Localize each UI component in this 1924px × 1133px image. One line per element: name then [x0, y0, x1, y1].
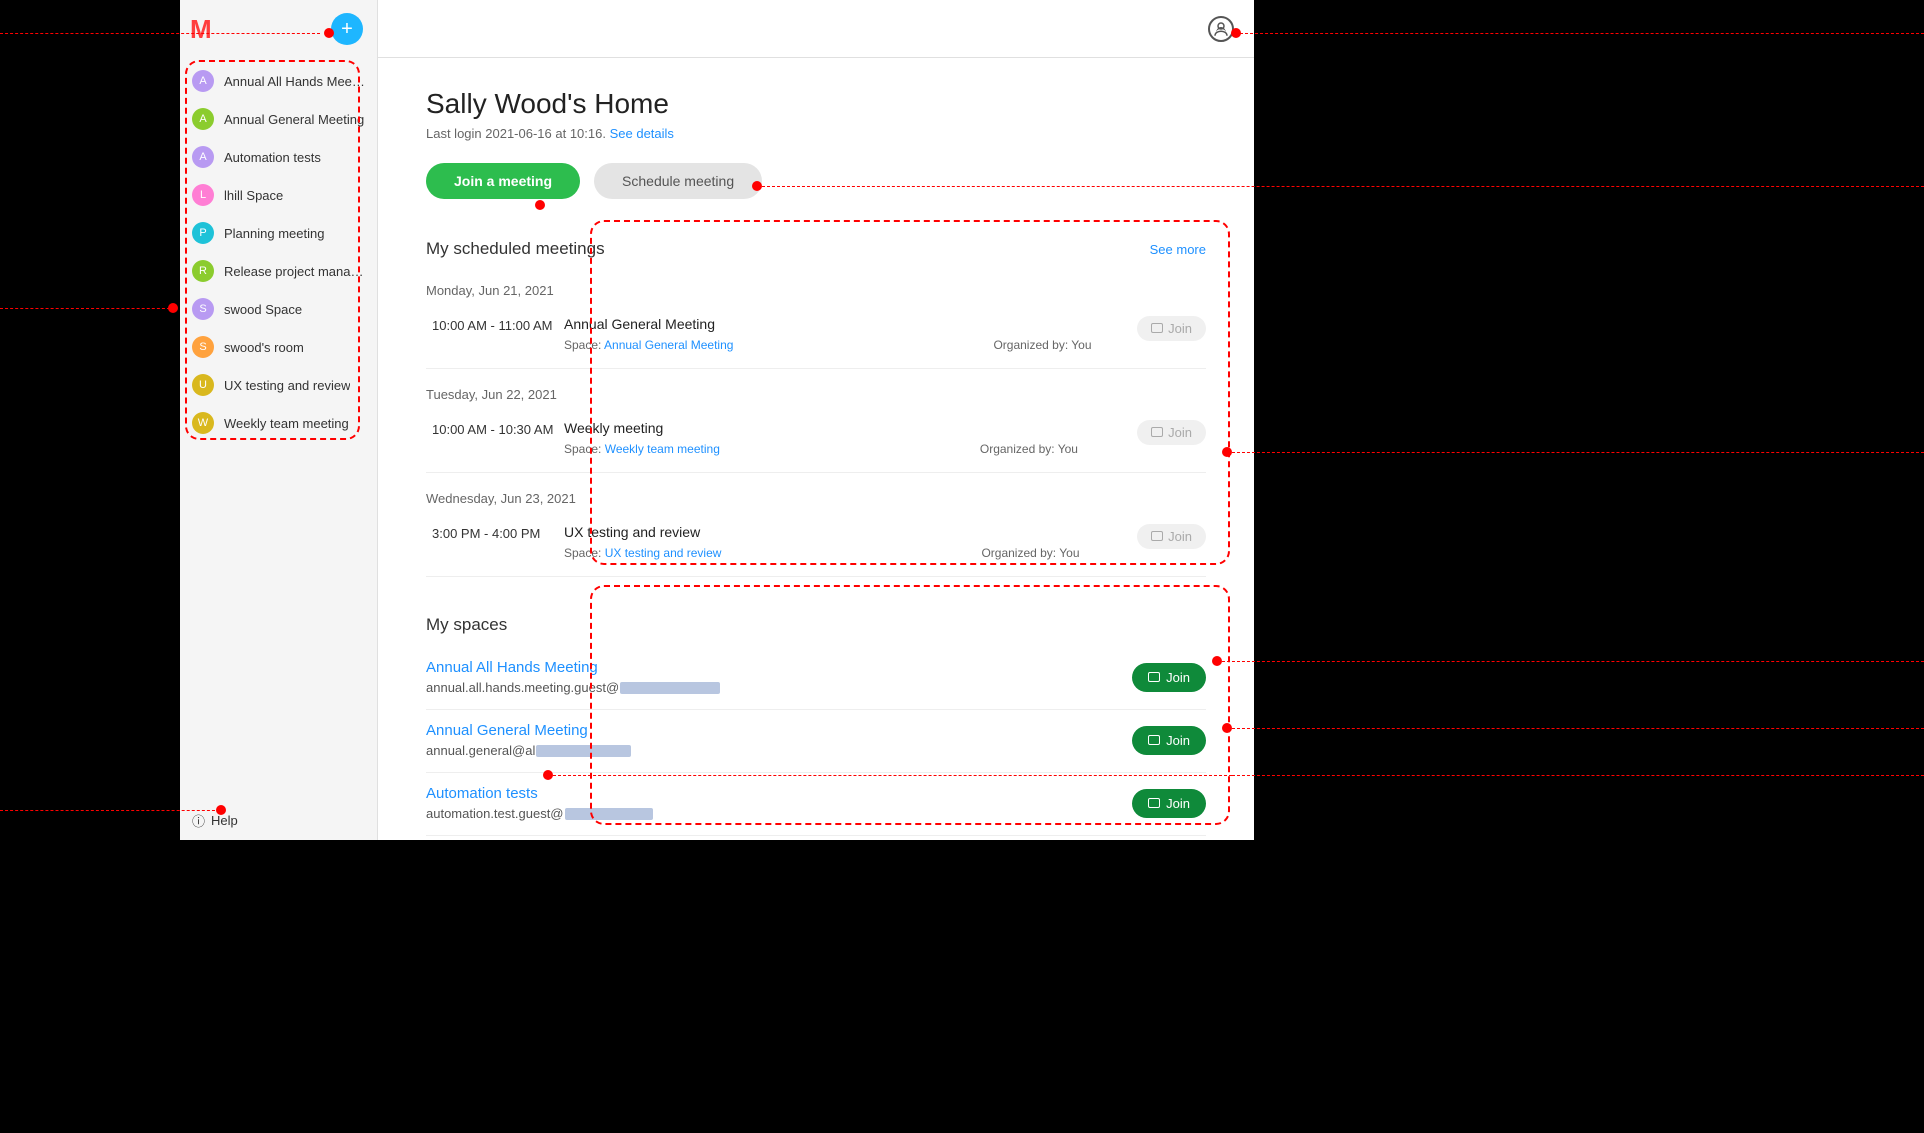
camera-icon [1151, 425, 1163, 440]
join-button-disabled: Join [1137, 524, 1206, 549]
meeting-space: Space: Weekly team meeting [564, 442, 720, 456]
sidebar-item[interactable]: Sswood Space [180, 290, 377, 328]
day-label: Monday, Jun 21, 2021 [426, 271, 1206, 306]
sidebar-item[interactable]: A Automation tests [180, 138, 377, 176]
see-details-link[interactable]: See details [610, 126, 674, 141]
meeting-space: Space: Annual General Meeting [564, 338, 733, 352]
meeting-space-link[interactable]: Annual General Meeting [604, 338, 733, 352]
meeting-title: Weekly meeting [564, 420, 1137, 436]
sidebar-item-label: Planning meeting [224, 226, 324, 241]
help-link[interactable]: ⓘ Help [180, 801, 377, 840]
join-button[interactable]: Join [1132, 663, 1206, 692]
space-avatar: A [192, 108, 214, 130]
space-avatar: P [192, 222, 214, 244]
meeting-time: 3:00 PM - 4:00 PM [432, 524, 564, 541]
meeting-space-link[interactable]: Weekly team meeting [605, 442, 720, 456]
camera-icon [1148, 670, 1160, 685]
sidebar-item[interactable]: A Annual General Meeting [180, 100, 377, 138]
day-label: Wednesday, Jun 23, 2021 [426, 479, 1206, 514]
space-row: Annual General Meeting annual.general@alJ… [426, 710, 1206, 773]
my-spaces-section: My spaces Annual All Hands Meeting annual… [426, 615, 1206, 836]
last-login-text: Last login 2021-06-16 at 10:16. [426, 126, 606, 141]
sidebar-item-label: lhill Space [224, 188, 283, 203]
meeting-time: 10:00 AM - 10:30 AM [432, 420, 564, 437]
sidebar-item-label: Release project manage… [224, 264, 365, 279]
space-avatar: S [192, 298, 214, 320]
add-button[interactable]: + [331, 13, 363, 45]
topbar [378, 0, 1254, 58]
sidebar-item-label: Automation tests [224, 150, 321, 165]
space-avatar: L [192, 184, 214, 206]
sidebar-item-label: Annual All Hands Meeting [224, 74, 365, 89]
join-button-disabled: Join [1137, 420, 1206, 445]
sidebar-item[interactable]: R Release project manage… [180, 252, 377, 290]
space-address: annual.all.hands.meeting.guest@ [426, 680, 1132, 695]
sidebar-item-label: swood Space [224, 302, 302, 317]
space-address: automation.test.guest@ [426, 806, 1132, 821]
space-address: annual.general@al [426, 743, 1132, 758]
join-meeting-button[interactable]: Join a meeting [426, 163, 580, 199]
space-avatar: W [192, 412, 214, 434]
help-label: Help [211, 813, 238, 828]
sidebar-item[interactable]: P Planning meeting [180, 214, 377, 252]
sidebar-item-label: Annual General Meeting [224, 112, 364, 127]
scheduled-meetings-section: My scheduled meetings See more Monday, J… [426, 239, 1206, 577]
day-label: Tuesday, Jun 22, 2021 [426, 375, 1206, 410]
section-title-scheduled: My scheduled meetings [426, 239, 605, 259]
meeting-time: 10:00 AM - 11:00 AM [432, 316, 564, 333]
join-button[interactable]: Join [1132, 726, 1206, 755]
meeting-row: 10:00 AM - 11:00 AMAnnual General Meetin… [426, 306, 1206, 369]
space-avatar: U [192, 374, 214, 396]
meeting-organizer: Organized by: You [981, 546, 1079, 560]
last-login-line: Last login 2021-06-16 at 10:16. See deta… [426, 126, 1206, 141]
help-icon: ⓘ [192, 811, 205, 830]
camera-icon [1151, 321, 1163, 336]
space-name-link[interactable]: Annual General Meeting [426, 722, 1132, 739]
sidebar-item-label: Weekly team meeting [224, 416, 349, 431]
sidebar-item[interactable]: Llhill Space [180, 176, 377, 214]
space-avatar: S [192, 336, 214, 358]
join-button[interactable]: Join [1132, 789, 1206, 818]
space-row: Automation tests automation.test.guest@Jo… [426, 773, 1206, 836]
see-more-link[interactable]: See more [1150, 242, 1206, 257]
camera-icon [1148, 796, 1160, 811]
app-logo: M [190, 14, 210, 45]
join-button-disabled: Join [1137, 316, 1206, 341]
sidebar-item-label: UX testing and review [224, 378, 350, 393]
space-name-link[interactable]: Annual All Hands Meeting [426, 659, 1132, 676]
meeting-row: 3:00 PM - 4:00 PMUX testing and reviewSp… [426, 514, 1206, 577]
meeting-organizer: Organized by: You [993, 338, 1091, 352]
redacted-text [620, 682, 720, 694]
redacted-text [536, 745, 631, 757]
meeting-row: 10:00 AM - 10:30 AMWeekly meeting Space: … [426, 410, 1206, 473]
meeting-title: Annual General Meeting [564, 316, 1137, 332]
sidebar-item[interactable]: U UX testing and review [180, 366, 377, 404]
redacted-text [565, 808, 653, 820]
meeting-space: Space: UX testing and review [564, 546, 721, 560]
meeting-organizer: Organized by: You [980, 442, 1078, 456]
sidebar-item[interactable]: A Annual All Hands Meeting [180, 62, 377, 100]
camera-icon [1148, 733, 1160, 748]
sidebar-item[interactable]: W Weekly team meeting [180, 404, 377, 442]
space-avatar: R [192, 260, 214, 282]
meeting-title: UX testing and review [564, 524, 1137, 540]
space-avatar: A [192, 146, 214, 168]
space-avatar: A [192, 70, 214, 92]
user-menu[interactable] [1208, 16, 1234, 42]
plus-icon: + [341, 18, 353, 41]
page-title: Sally Wood's Home [426, 88, 1206, 120]
camera-icon [1151, 529, 1163, 544]
space-name-link[interactable]: Automation tests [426, 785, 1132, 802]
sidebar: M + A Annual All Hands Meeting A Annual Gen… [180, 0, 378, 840]
sidebar-item[interactable]: Sswood's room [180, 328, 377, 366]
sidebar-space-list: A Annual All Hands Meeting A Annual General… [180, 58, 377, 446]
sidebar-item-label: swood's room [224, 340, 304, 355]
section-title-myspaces: My spaces [426, 615, 507, 635]
schedule-meeting-button[interactable]: Schedule meeting [594, 163, 762, 199]
user-icon [1212, 20, 1230, 38]
space-row: Annual All Hands Meeting annual.all.hands… [426, 647, 1206, 710]
meeting-space-link[interactable]: UX testing and review [605, 546, 722, 560]
